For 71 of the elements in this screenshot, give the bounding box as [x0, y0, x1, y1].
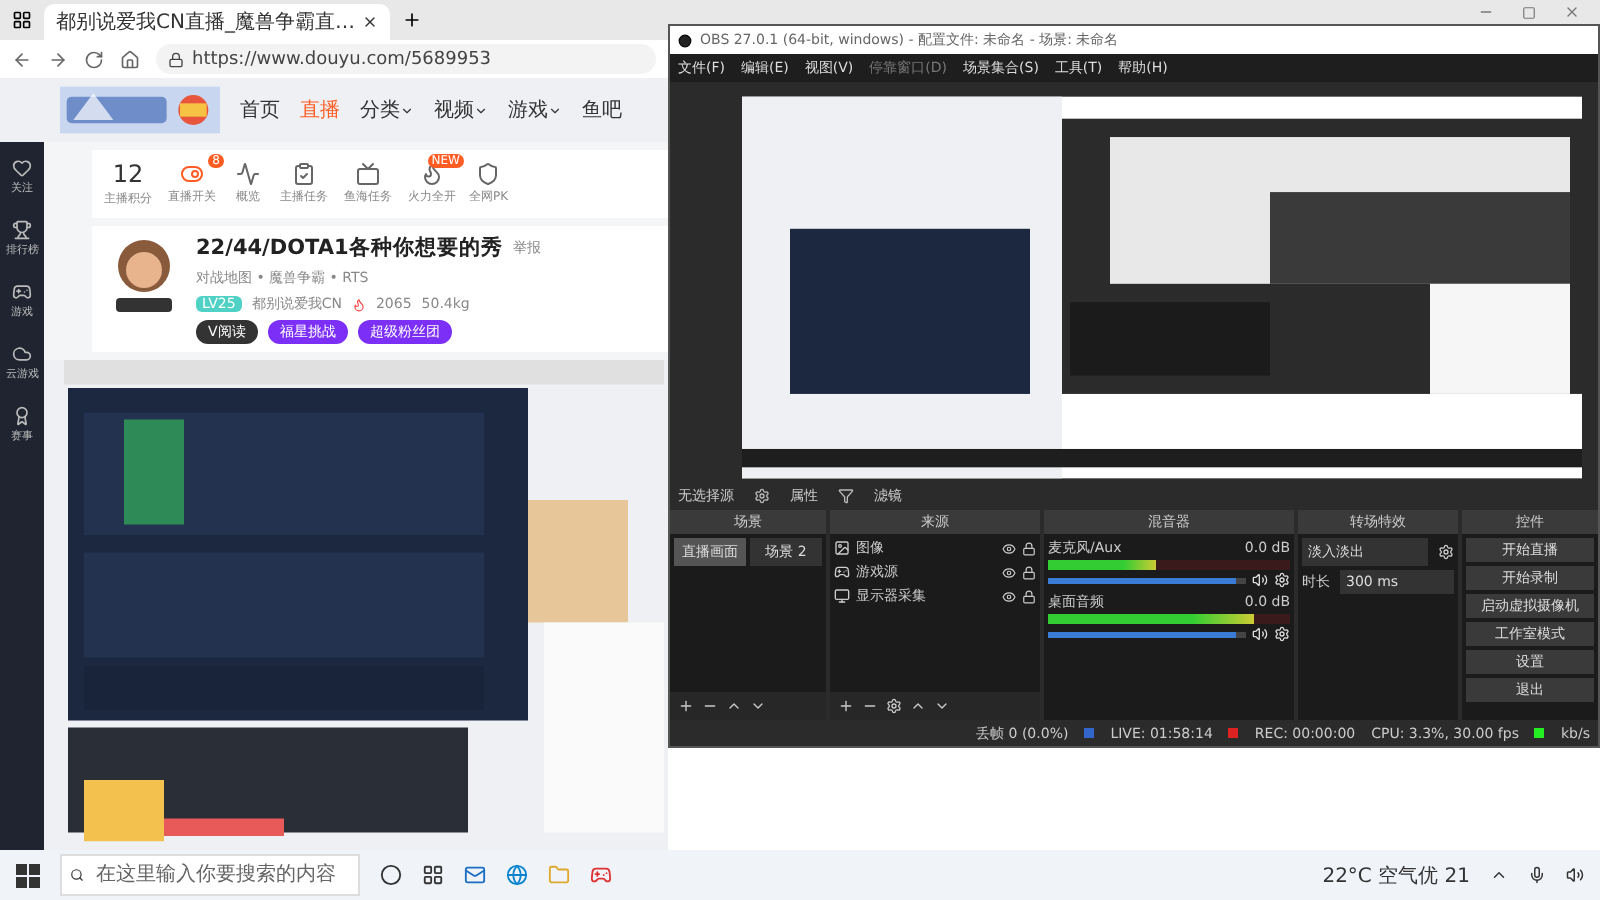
score-number: 12: [112, 160, 144, 188]
speaker-icon[interactable]: [1252, 572, 1268, 588]
browser-icon[interactable]: [506, 864, 528, 886]
forward-icon[interactable]: [48, 49, 68, 69]
flame-icon[interactable]: [420, 162, 444, 186]
heart-icon[interactable]: [12, 158, 32, 178]
settings-icon[interactable]: [1274, 626, 1290, 642]
tv-icon[interactable]: [356, 162, 380, 186]
task-view-icon[interactable]: [422, 864, 444, 886]
gamepad-icon[interactable]: [12, 282, 32, 302]
tray-caret-icon[interactable]: [1490, 866, 1508, 884]
url-text: https://www.douyu.com/5689953: [192, 49, 492, 69]
circle-icon[interactable]: [380, 864, 402, 886]
nav-link[interactable]: 鱼吧: [582, 96, 622, 124]
nav-link[interactable]: 视频: [434, 96, 488, 124]
volume-icon[interactable]: [1566, 866, 1584, 884]
shield-icon[interactable]: [476, 162, 501, 186]
eye-icon[interactable]: [1002, 565, 1016, 579]
cloud-icon[interactable]: [12, 344, 32, 364]
settings-icon[interactable]: [1274, 572, 1290, 588]
add-icon[interactable]: [838, 698, 854, 714]
mic-icon[interactable]: [1528, 866, 1546, 884]
nav-link[interactable]: 游戏: [508, 96, 562, 124]
rec-indicator: [1228, 728, 1239, 738]
toggle-icon[interactable]: [180, 162, 204, 186]
volume-slider[interactable]: [1048, 577, 1246, 583]
gamepad-icon: [834, 564, 850, 580]
live-indicator: [1084, 728, 1095, 738]
clipboard-icon[interactable]: [292, 162, 316, 186]
mail-icon[interactable]: [464, 864, 486, 886]
back-icon[interactable]: [12, 49, 32, 69]
settings-icon[interactable]: [1438, 544, 1454, 560]
speaker-icon[interactable]: [1252, 626, 1268, 642]
lock-icon[interactable]: [1022, 565, 1036, 579]
windows-start-icon[interactable]: [16, 863, 40, 887]
eye-icon[interactable]: [1002, 541, 1016, 555]
lock-icon: [168, 51, 184, 67]
gamepad-icon[interactable]: [590, 864, 612, 886]
eye-icon[interactable]: [1002, 589, 1016, 603]
reload-icon[interactable]: [84, 49, 104, 69]
award-icon[interactable]: [12, 406, 32, 426]
nav-link[interactable]: 首页: [240, 96, 280, 124]
taskbar-search-field[interactable]: 在这里输入你要搜索的内容: [60, 854, 360, 896]
search-icon: [70, 866, 84, 884]
nav-link[interactable]: 分类: [360, 96, 414, 124]
address-bar[interactable]: https://www.douyu.com/5689953: [156, 44, 656, 74]
stream-title: 22/44/DOTA1各种你想要的秀: [196, 234, 503, 262]
up-icon[interactable]: [726, 698, 742, 714]
lock-icon[interactable]: [1022, 589, 1036, 603]
weather-text: 22°C 空气优 21: [1322, 863, 1470, 889]
filter-icon[interactable]: [838, 488, 854, 504]
settings-icon[interactable]: [886, 698, 902, 714]
wave-icon[interactable]: [236, 162, 260, 186]
tab-grid-icon[interactable]: [12, 10, 32, 30]
monitor-icon: [834, 588, 850, 604]
image-icon: [834, 540, 850, 556]
status-indicator: [1534, 728, 1545, 738]
trophy-icon[interactable]: [12, 220, 32, 240]
new-tab-icon[interactable]: [402, 10, 423, 30]
browser-tab[interactable]: 都别说爱我CN直播_魔兽争霸直…: [44, 4, 391, 40]
add-icon[interactable]: [678, 698, 694, 714]
down-icon[interactable]: [750, 698, 766, 714]
close-icon[interactable]: [362, 14, 379, 30]
down-icon[interactable]: [934, 698, 950, 714]
settings-icon[interactable]: [754, 488, 770, 504]
home-icon[interactable]: [120, 49, 140, 69]
flame-icon: [351, 297, 366, 311]
maximize-icon[interactable]: [1522, 5, 1536, 19]
up-icon[interactable]: [910, 698, 926, 714]
lock-icon[interactable]: [1022, 541, 1036, 555]
volume-slider[interactable]: [1048, 631, 1246, 637]
